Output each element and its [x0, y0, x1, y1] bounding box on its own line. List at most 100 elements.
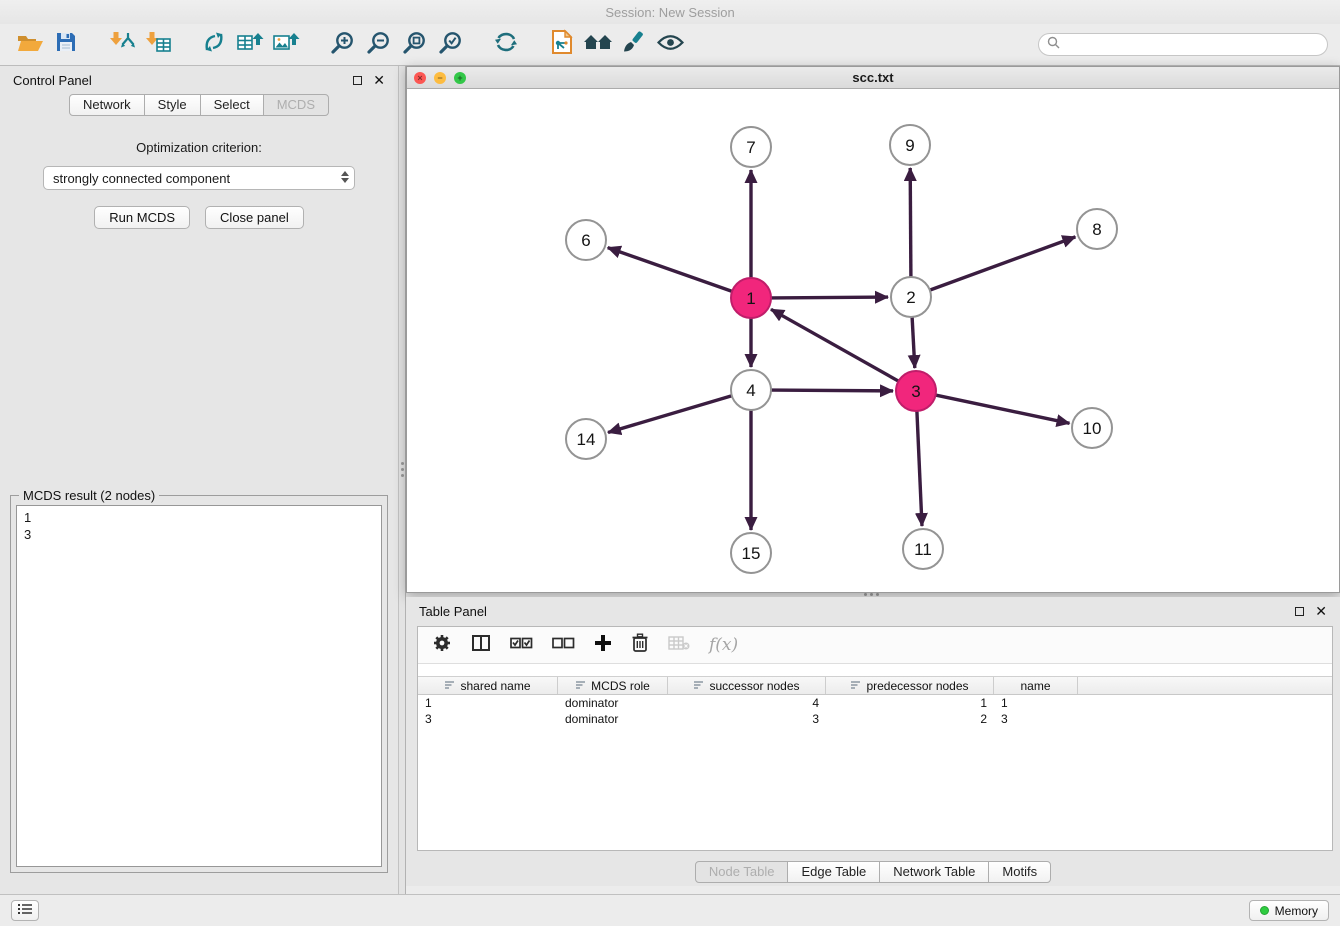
edge-1-to-2[interactable] — [771, 297, 888, 298]
cell-name[interactable]: 1 — [994, 696, 1078, 710]
float-panel-icon[interactable] — [353, 76, 362, 85]
column-header-predecessor-nodes[interactable]: predecessor nodes — [826, 677, 994, 694]
svg-text:4: 4 — [746, 381, 755, 400]
table-row[interactable]: 3 dominator 3 2 3 — [418, 711, 1332, 727]
cell-successor-nodes[interactable]: 3 — [668, 712, 826, 726]
node-7[interactable]: 7 — [731, 127, 771, 167]
edge-4-to-14[interactable] — [608, 396, 732, 433]
search-icon — [1047, 36, 1060, 54]
tab-network[interactable]: Network — [69, 94, 145, 116]
close-panel-button[interactable]: Close panel — [205, 206, 304, 229]
first-neighbors-icon — [583, 32, 613, 57]
edge-2-to-8[interactable] — [930, 237, 1076, 290]
node-9[interactable]: 9 — [890, 125, 930, 165]
edge-2-to-9[interactable] — [910, 168, 911, 277]
edge-1-to-6[interactable] — [608, 248, 732, 292]
column-header-name[interactable]: name — [994, 677, 1078, 694]
network-snapshot-button[interactable] — [544, 28, 580, 62]
criterion-dropdown[interactable]: strongly connected component — [43, 166, 355, 190]
import-table-button[interactable] — [140, 28, 176, 62]
column-sort-icon — [575, 679, 586, 693]
column-header-shared-name[interactable]: shared name — [418, 677, 558, 694]
cell-predecessor-nodes[interactable]: 1 — [826, 696, 994, 710]
tab-style[interactable]: Style — [144, 94, 201, 116]
add-column-button[interactable] — [594, 634, 612, 657]
float-panel-icon[interactable] — [1295, 607, 1304, 616]
svg-text:9: 9 — [905, 136, 914, 155]
minimize-window-icon[interactable]: − — [434, 72, 446, 84]
cell-mcds-role[interactable]: dominator — [558, 712, 668, 726]
import-table-icon — [144, 30, 172, 59]
tab-mcds[interactable]: MCDS — [263, 94, 329, 116]
export-table-button[interactable] — [232, 28, 268, 62]
svg-text:10: 10 — [1083, 419, 1102, 438]
node-1[interactable]: 1 — [731, 278, 771, 318]
node-14[interactable]: 14 — [566, 419, 606, 459]
app-title: Session: New Session — [605, 5, 734, 20]
tab-network-table[interactable]: Network Table — [879, 861, 989, 883]
edge-2-to-3[interactable] — [912, 317, 915, 368]
network-window-title: scc.txt — [407, 70, 1339, 85]
network-window-titlebar[interactable]: scc.txt × − + — [407, 67, 1339, 89]
edge-3-to-1[interactable] — [771, 309, 899, 381]
export-network-button[interactable] — [196, 28, 232, 62]
zoom-out-button[interactable] — [360, 28, 396, 62]
delete-column-button[interactable] — [631, 633, 649, 658]
node-2[interactable]: 2 — [891, 277, 931, 317]
cell-name[interactable]: 3 — [994, 712, 1078, 726]
first-neighbors-button[interactable] — [580, 28, 616, 62]
memory-button[interactable]: Memory — [1249, 900, 1329, 921]
node-10[interactable]: 10 — [1072, 408, 1112, 448]
global-search[interactable] — [1038, 33, 1328, 56]
tab-edge-table[interactable]: Edge Table — [787, 861, 880, 883]
save-session-button[interactable] — [48, 28, 84, 62]
paint-style-button[interactable] — [616, 28, 652, 62]
tab-motifs[interactable]: Motifs — [988, 861, 1051, 883]
column-header-mcds-role[interactable]: MCDS role — [558, 677, 668, 694]
close-panel-icon[interactable]: ✕ — [1315, 604, 1327, 618]
column-header-successor-nodes[interactable]: successor nodes — [668, 677, 826, 694]
tab-select[interactable]: Select — [200, 94, 264, 116]
export-image-icon — [272, 30, 300, 59]
deselect-all-columns-button[interactable] — [552, 636, 575, 655]
close-panel-icon[interactable]: ✕ — [373, 73, 385, 87]
refresh-button[interactable] — [488, 28, 524, 62]
zoom-selected-button[interactable] — [432, 28, 468, 62]
cell-predecessor-nodes[interactable]: 2 — [826, 712, 994, 726]
node-3[interactable]: 3 — [896, 371, 936, 411]
node-8[interactable]: 8 — [1077, 209, 1117, 249]
maximize-window-icon[interactable]: + — [454, 72, 466, 84]
edge-3-to-10[interactable] — [936, 395, 1070, 423]
network-canvas[interactable]: 1 2 3 4 6 7 8 9 10 11 14 15 — [407, 89, 1339, 592]
edge-3-to-11[interactable] — [917, 411, 922, 526]
node-6[interactable]: 6 — [566, 220, 606, 260]
function-builder-button[interactable]: f(x) — [709, 635, 738, 655]
svg-text:15: 15 — [742, 544, 761, 563]
show-hide-button[interactable] — [652, 28, 688, 62]
delete-table-button[interactable] — [668, 635, 690, 656]
run-mcds-button[interactable]: Run MCDS — [94, 206, 190, 229]
zoom-fit-button[interactable] — [396, 28, 432, 62]
table-row[interactable]: 1 dominator 4 1 1 — [418, 695, 1332, 711]
edge-4-to-3[interactable] — [771, 390, 893, 391]
select-all-columns-button[interactable] — [510, 636, 533, 655]
close-window-icon[interactable]: × — [414, 72, 426, 84]
tab-node-table[interactable]: Node Table — [695, 861, 789, 883]
vertical-splitter[interactable] — [398, 66, 406, 894]
node-4[interactable]: 4 — [731, 370, 771, 410]
task-history-button[interactable] — [11, 900, 39, 921]
cell-mcds-role[interactable]: dominator — [558, 696, 668, 710]
split-column-button[interactable] — [471, 634, 491, 657]
cell-shared-name[interactable]: 1 — [418, 696, 558, 710]
export-image-button[interactable] — [268, 28, 304, 62]
open-session-button[interactable] — [12, 28, 48, 62]
import-network-button[interactable] — [104, 28, 140, 62]
node-11[interactable]: 11 — [903, 529, 943, 569]
node-15[interactable]: 15 — [731, 533, 771, 573]
save-icon — [55, 31, 77, 58]
search-input[interactable] — [1065, 38, 1319, 52]
cell-shared-name[interactable]: 3 — [418, 712, 558, 726]
zoom-in-button[interactable] — [324, 28, 360, 62]
cell-successor-nodes[interactable]: 4 — [668, 696, 826, 710]
table-settings-button[interactable] — [432, 633, 452, 658]
